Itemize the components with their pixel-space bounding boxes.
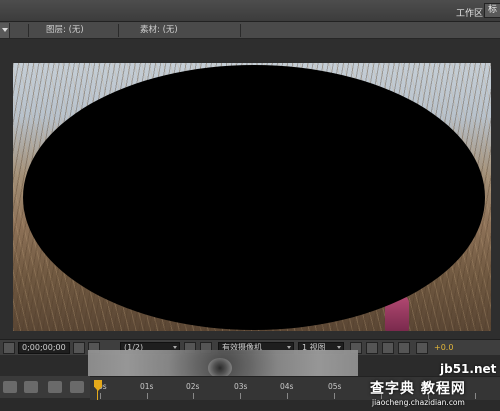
ruler-tick [147,393,148,399]
tab-divider [240,24,241,37]
overlay-knob [208,358,232,378]
exposure-value[interactable]: +0.0 [434,342,453,354]
watermark-url: jiaocheng.chazidian.com [372,398,465,407]
timeline-toolbar [0,376,90,398]
graph-editor-icon[interactable] [70,381,84,393]
chevron-down-icon [337,346,341,349]
workspace-select[interactable]: 标 [484,3,500,18]
ruler-tick [287,393,288,399]
watermark-title: 查字典 教程网 [370,381,466,397]
ruler-tick [334,393,335,399]
panel-tab-row: 图层: (无) 素材: (无) [0,22,500,39]
chevron-down-icon [287,346,291,349]
always-preview-icon[interactable] [3,342,15,354]
comp-flowchart-icon[interactable] [398,342,410,354]
tab-divider [28,24,29,37]
draft-3d-icon[interactable] [24,381,38,393]
chevron-down-icon [173,346,177,349]
ruler-tick [475,393,476,399]
workspace-label: 工作区: [456,9,487,19]
comp-mini-flowchart-icon[interactable] [3,381,17,393]
composition-canvas[interactable] [13,63,491,331]
ruler-tick [240,393,241,399]
fast-previews-icon[interactable] [366,342,378,354]
tick-label: 02s [186,382,200,391]
tab-layer[interactable]: 图层: (无) [46,22,84,39]
tab-divider [118,24,119,37]
camera-snapshot-icon[interactable] [73,342,85,354]
watermark-site: jb51.net [440,362,497,376]
panel-menu-icon[interactable] [0,23,10,38]
workspace-bar: 工作区: 标 [0,0,500,22]
current-time-field[interactable]: 0;00;00;00 [18,342,70,354]
reset-exposure-icon[interactable] [416,342,428,354]
ruler-tick [193,393,194,399]
tick-label: 01s [140,382,154,391]
ellipse-mask[interactable] [23,65,485,330]
tab-footage[interactable]: 素材: (无) [140,22,178,39]
tick-label: 05s [328,382,342,391]
tick-label: 04s [280,382,294,391]
motion-blur-icon[interactable] [48,381,62,393]
tick-label: 03s [234,382,248,391]
timeline-icon[interactable] [382,342,394,354]
ruler-tick [100,393,101,399]
